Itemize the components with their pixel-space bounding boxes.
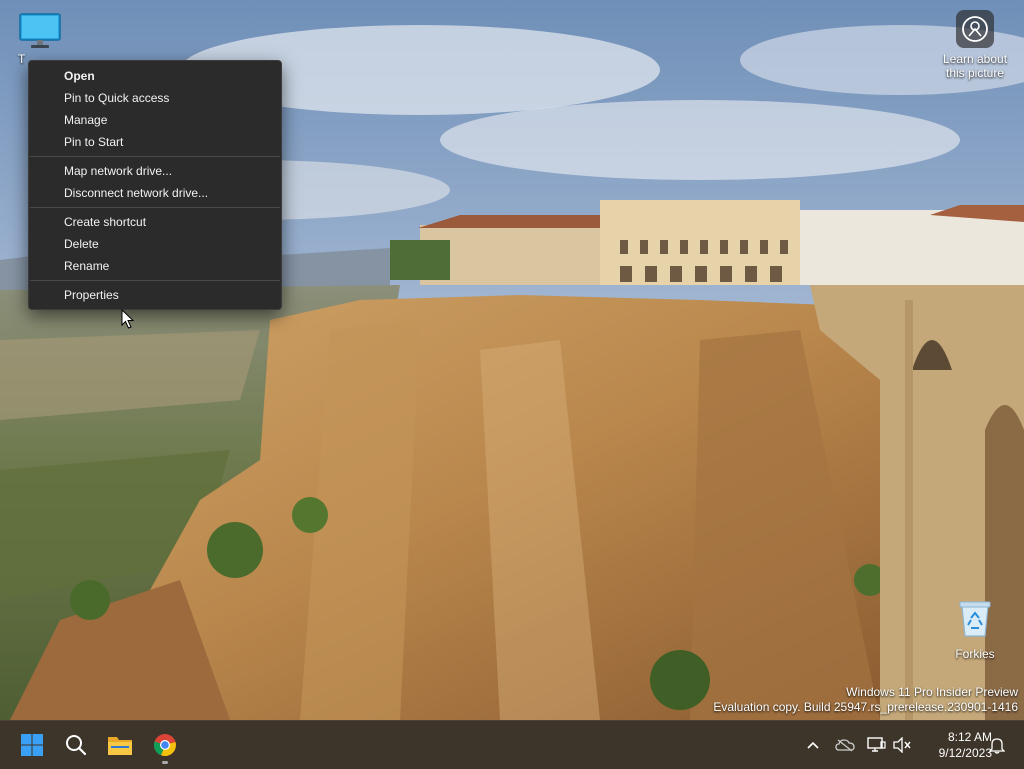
volume-muted-icon xyxy=(893,737,911,753)
search-icon xyxy=(66,735,87,756)
network-icon xyxy=(867,737,886,752)
file-explorer-icon xyxy=(108,737,132,755)
menu-separator xyxy=(30,280,280,281)
search-button[interactable] xyxy=(58,727,94,763)
monitor-icon xyxy=(19,13,61,48)
context-menu: Open Pin to Quick access Manage Pin to S… xyxy=(28,60,282,310)
camera-info-icon xyxy=(956,10,994,48)
onedrive-icon xyxy=(835,739,855,752)
chrome-button[interactable] xyxy=(147,727,183,763)
menu-item-rename[interactable]: Rename xyxy=(29,255,281,277)
onedrive-tray-button[interactable] xyxy=(835,735,855,755)
taskbar: 8:12 AM 9/12/2023 xyxy=(0,720,1024,769)
recycle-bin-label: Forkies xyxy=(955,647,995,661)
chrome-icon xyxy=(153,734,176,757)
windows-watermark: Windows 11 Pro Insider Preview Evaluatio… xyxy=(713,685,1018,715)
recycle-bin-desktop-icon[interactable]: Forkies xyxy=(946,598,1004,661)
menu-separator xyxy=(30,156,280,157)
chevron-up-icon xyxy=(807,741,819,749)
notification-button[interactable] xyxy=(987,735,1007,755)
menu-item-create-shortcut[interactable]: Create shortcut xyxy=(29,211,281,233)
learn-about-picture-icon[interactable]: Learn about this picture xyxy=(936,10,1014,80)
watermark-line1: Windows 11 Pro Insider Preview xyxy=(846,685,1018,699)
menu-item-open[interactable]: Open xyxy=(29,65,281,87)
menu-item-pin-to-start[interactable]: Pin to Start xyxy=(29,131,281,153)
clock-date: 9/12/2023 xyxy=(938,746,992,760)
volume-tray-button[interactable] xyxy=(892,735,912,755)
watermark-line2: Evaluation copy. Build 25947.rs_prerelea… xyxy=(713,700,1018,714)
menu-item-pin-quick-access[interactable]: Pin to Quick access xyxy=(29,87,281,109)
menu-item-properties[interactable]: Properties xyxy=(29,284,281,306)
taskbar-clock[interactable]: 8:12 AM 9/12/2023 xyxy=(916,729,992,761)
menu-item-map-network-drive[interactable]: Map network drive... xyxy=(29,160,281,182)
menu-item-manage[interactable]: Manage xyxy=(29,109,281,131)
file-explorer-button[interactable] xyxy=(102,727,138,763)
menu-separator xyxy=(30,207,280,208)
clock-time: 8:12 AM xyxy=(947,730,992,744)
network-tray-button[interactable] xyxy=(866,735,886,755)
mouse-cursor-icon xyxy=(121,309,135,329)
learn-label-line2: this picture xyxy=(945,66,1005,80)
windows-start-icon xyxy=(21,734,43,756)
show-hidden-icons-button[interactable] xyxy=(803,735,823,755)
start-button[interactable] xyxy=(14,727,50,763)
chrome-running-indicator xyxy=(162,761,168,764)
menu-item-delete[interactable]: Delete xyxy=(29,233,281,255)
learn-label-line1: Learn about xyxy=(942,52,1008,66)
notification-bell-icon xyxy=(989,738,1005,754)
recycle-bin-icon xyxy=(959,601,991,637)
menu-item-disconnect-network-drive[interactable]: Disconnect network drive... xyxy=(29,182,281,204)
